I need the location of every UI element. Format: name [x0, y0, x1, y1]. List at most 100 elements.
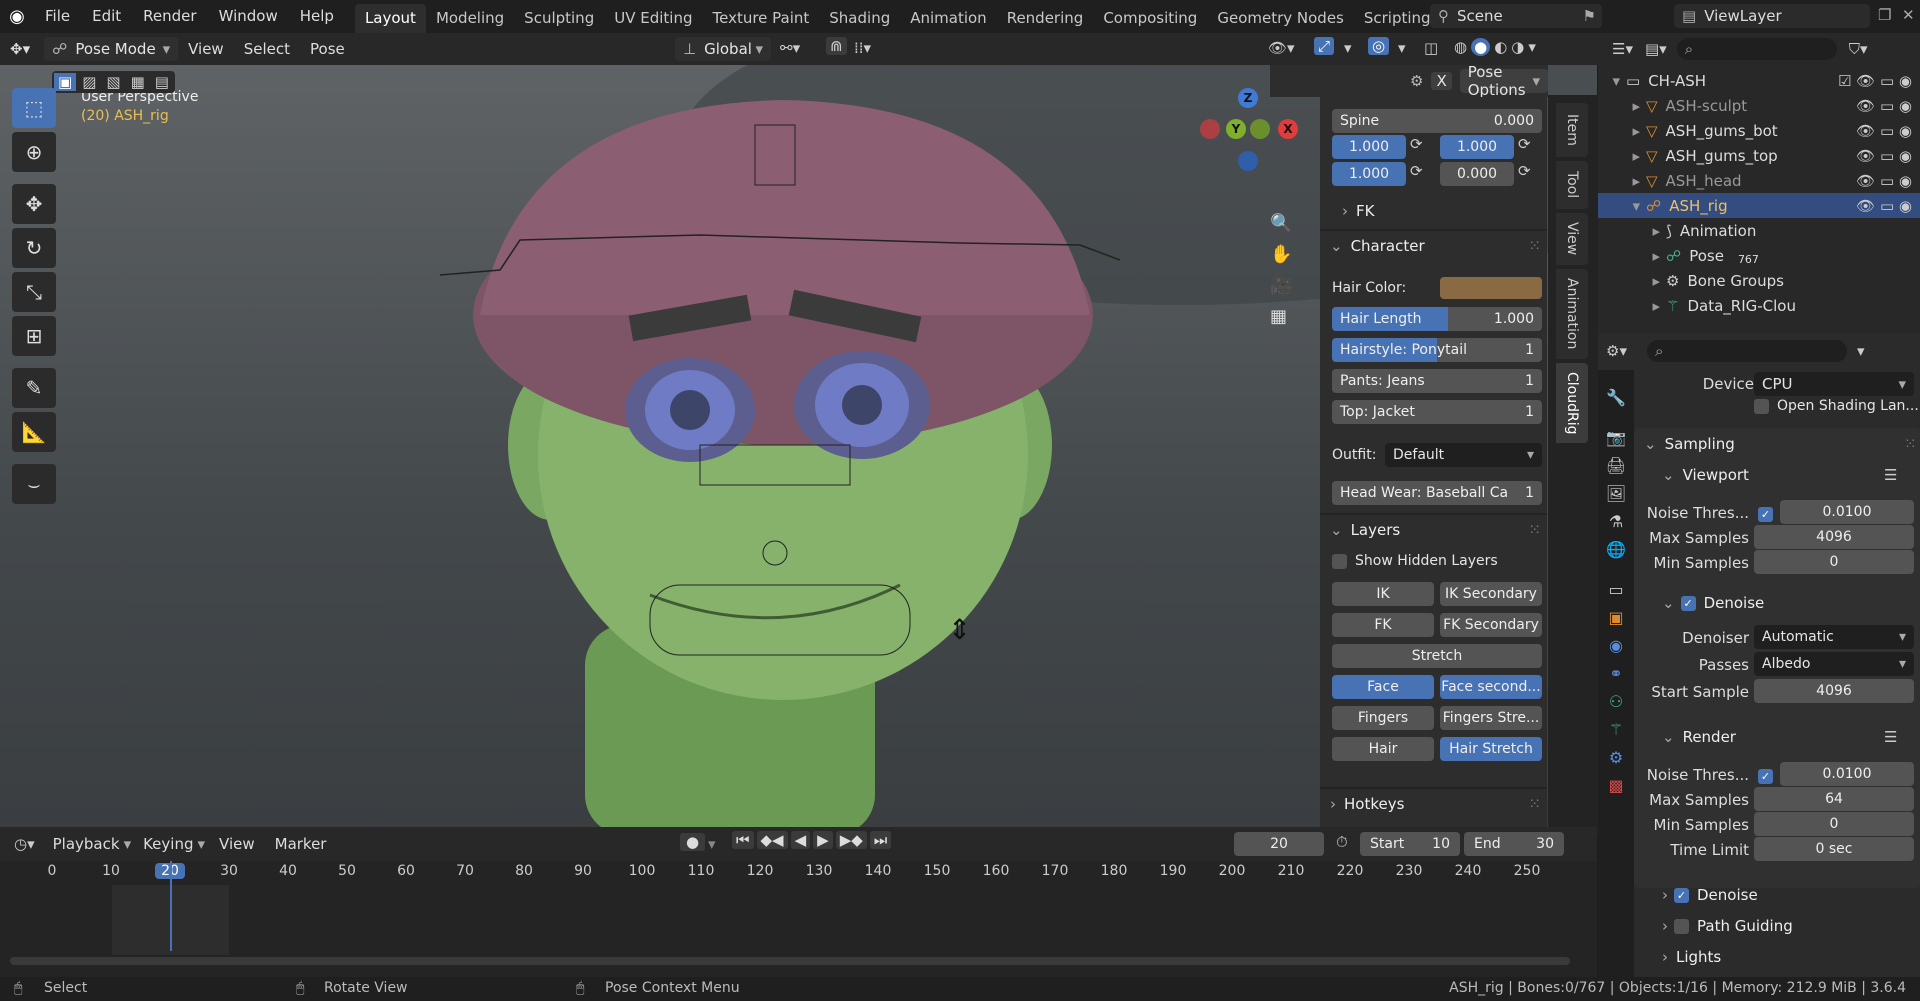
- mode-dropdown[interactable]: ☍ Pose Mode ▾: [44, 37, 179, 61]
- tab-tool[interactable]: Tool: [1556, 161, 1588, 209]
- gizmo-z-axis[interactable]: Z: [1238, 88, 1258, 108]
- value-field-3[interactable]: 1.000: [1332, 162, 1406, 186]
- path-guiding-header[interactable]: › Path Guiding: [1662, 917, 1793, 935]
- layer-button-ik[interactable]: IK: [1332, 582, 1434, 606]
- gizmo-neg-z-axis[interactable]: [1238, 151, 1258, 171]
- disclosure-triangle-icon[interactable]: ▸: [1598, 247, 1666, 265]
- layer-button-face[interactable]: Face: [1332, 675, 1434, 699]
- device-dropdown[interactable]: CPU ▾: [1754, 372, 1914, 396]
- layer-button-hair[interactable]: Hair: [1332, 737, 1434, 761]
- rendered-shading-icon[interactable]: ◑: [1511, 38, 1524, 56]
- spine-slider[interactable]: Spine 0.000: [1332, 109, 1542, 133]
- headwear-field[interactable]: Head Wear: Baseball Ca 1: [1332, 481, 1542, 505]
- collection-properties-icon[interactable]: ▭: [1608, 580, 1623, 599]
- r-max-samples-field[interactable]: 64: [1754, 787, 1914, 811]
- tool-settings-icon[interactable]: 🔧: [1606, 388, 1626, 407]
- layer-button-stretch[interactable]: Stretch: [1332, 644, 1542, 668]
- tab-scripting[interactable]: Scripting: [1354, 4, 1441, 33]
- bone-relax-tool-icon[interactable]: ⌣: [12, 464, 56, 504]
- fk-subpanel-header[interactable]: › FK: [1326, 196, 1541, 226]
- scene-properties-icon[interactable]: ⚗: [1609, 512, 1623, 531]
- annotate-tool-icon[interactable]: ✎: [12, 368, 56, 408]
- menu-render[interactable]: Render: [132, 0, 207, 33]
- tab-animation[interactable]: Animation: [900, 4, 996, 33]
- layer-button-fk-secondary[interactable]: FK Secondary: [1440, 613, 1542, 637]
- character-panel-header[interactable]: ⌄ Character ⁙: [1326, 231, 1541, 261]
- disclosure-triangle-icon[interactable]: ▸: [1598, 147, 1646, 165]
- layers-panel-header[interactable]: ⌄ Layers ⁙: [1326, 515, 1541, 545]
- gizmo-neg-y-axis[interactable]: [1250, 119, 1270, 139]
- timeline-view-menu[interactable]: View: [219, 835, 255, 853]
- drag-handle-icon[interactable]: ⁙: [1528, 237, 1541, 255]
- layer-button-fingers-stre[interactable]: Fingers Stre...: [1440, 706, 1542, 730]
- sync-icon[interactable]: ⟳: [1518, 162, 1531, 180]
- tab-animation[interactable]: Animation: [1556, 269, 1588, 359]
- view-layer-icon[interactable]: 🖼: [1606, 484, 1626, 503]
- pants-field[interactable]: Pants: Jeans 1: [1332, 369, 1542, 393]
- play-reverse-icon[interactable]: ◀: [790, 831, 811, 849]
- snap-target-icon[interactable]: ⁞⁞▾: [854, 39, 871, 57]
- jump-end-icon[interactable]: ⏭: [869, 831, 892, 849]
- layer-button-hair-stretch[interactable]: Hair Stretch: [1440, 737, 1542, 761]
- pan-hand-icon[interactable]: ✋: [1270, 244, 1292, 265]
- timeline-area[interactable]: 0102030405060708090100110120130140150160…: [0, 861, 1597, 977]
- layer-button-ik-secondary[interactable]: IK Secondary: [1440, 582, 1542, 606]
- visibility-toggles-icon[interactable]: 👁 ▭ ◉: [1856, 122, 1912, 140]
- passes-dropdown[interactable]: Albedo ▾: [1754, 652, 1914, 676]
- editor-type-icon[interactable]: ✥▾: [0, 33, 40, 65]
- vp-noise-threshold-checkbox[interactable]: ✓: [1758, 507, 1773, 522]
- menu-pose[interactable]: Pose: [300, 33, 355, 65]
- visibility-toggles-icon[interactable]: 👁 ▭ ◉: [1856, 197, 1912, 215]
- play-icon[interactable]: ▶: [813, 831, 833, 849]
- path-guiding-checkbox[interactable]: [1674, 918, 1689, 934]
- blender-logo-icon[interactable]: ◉: [0, 0, 34, 33]
- layer-button-fk[interactable]: FK: [1332, 613, 1434, 637]
- stopwatch-icon[interactable]: ⏱: [1336, 833, 1348, 851]
- select-subtract-icon[interactable]: ▧: [102, 73, 124, 91]
- value-field-2[interactable]: 1.000: [1440, 135, 1514, 159]
- select-box-tool-icon[interactable]: ⬚: [12, 88, 56, 128]
- menu-select[interactable]: Select: [234, 33, 300, 65]
- scale-tool-icon[interactable]: ⤡: [12, 272, 56, 312]
- chevron-down-icon[interactable]: ▾: [1398, 39, 1406, 57]
- gizmo-x-axis[interactable]: X: [1278, 119, 1298, 139]
- vp-max-samples-field[interactable]: 4096: [1754, 525, 1914, 549]
- tab-cloudrig[interactable]: CloudRig: [1556, 363, 1588, 443]
- pose-options-dropdown[interactable]: Pose Options ▾: [1459, 63, 1548, 99]
- select-extend-icon[interactable]: ▨: [78, 73, 100, 91]
- drag-handle-icon[interactable]: ⁙: [1528, 795, 1541, 813]
- select-new-icon[interactable]: ▣: [54, 73, 77, 91]
- sync-icon[interactable]: ⟳: [1518, 135, 1531, 153]
- top-field[interactable]: Top: Jacket 1: [1332, 400, 1542, 424]
- xray-icon[interactable]: ◫: [1424, 39, 1438, 57]
- camera-icon[interactable]: 🎥: [1270, 275, 1292, 296]
- disclosure-triangle-icon[interactable]: ▾: [1598, 72, 1626, 90]
- measure-tool-icon[interactable]: 📐: [12, 412, 56, 452]
- transform-orientation-dropdown[interactable]: ⊥ Global ▾: [675, 37, 771, 61]
- value-field-4[interactable]: 0.000: [1440, 162, 1514, 186]
- tab-item[interactable]: Item: [1556, 103, 1588, 157]
- bone-constraint-icon[interactable]: ⚙: [1609, 748, 1623, 767]
- gizmo-neg-x-axis[interactable]: [1200, 119, 1220, 139]
- select-intersect-icon[interactable]: ▤: [151, 73, 173, 91]
- render-subpanel-header[interactable]: ⌄ Render: [1662, 728, 1736, 746]
- select-invert-icon[interactable]: ▦: [127, 73, 149, 91]
- mirror-x-toggle[interactable]: X: [1431, 72, 1452, 90]
- outliner-item-ash-head[interactable]: ▸ ▽ ASH_head 👁 ▭ ◉: [1598, 168, 1920, 193]
- bone-properties-icon[interactable]: ⚚: [1609, 720, 1623, 739]
- sync-icon[interactable]: ⟳: [1410, 162, 1423, 180]
- viewport-subpanel-header[interactable]: ⌄ Viewport: [1662, 466, 1749, 484]
- presets-icon[interactable]: ☰: [1884, 466, 1897, 484]
- outliner-item-bone-groups[interactable]: ▸ ⚙ Bone Groups: [1598, 268, 1920, 293]
- outliner-search-input[interactable]: ⌕: [1676, 38, 1837, 60]
- solid-shading-icon[interactable]: ●: [1471, 38, 1491, 56]
- scene-selector[interactable]: ⚲ Scene ⚑: [1430, 4, 1602, 28]
- tab-shading[interactable]: Shading: [819, 4, 900, 33]
- value-field-1[interactable]: 1.000: [1332, 135, 1406, 159]
- chevron-down-icon[interactable]: ▾: [708, 835, 716, 853]
- r-denoise-header[interactable]: › ✓ Denoise: [1662, 886, 1758, 904]
- gizmo-toggle-icon[interactable]: ⤢: [1314, 37, 1335, 55]
- disclosure-triangle-icon[interactable]: ▸: [1598, 172, 1646, 190]
- viewlayer-selector[interactable]: ▤ ViewLayer: [1674, 4, 1870, 28]
- filter-icon[interactable]: ⛉▾: [1849, 40, 1868, 58]
